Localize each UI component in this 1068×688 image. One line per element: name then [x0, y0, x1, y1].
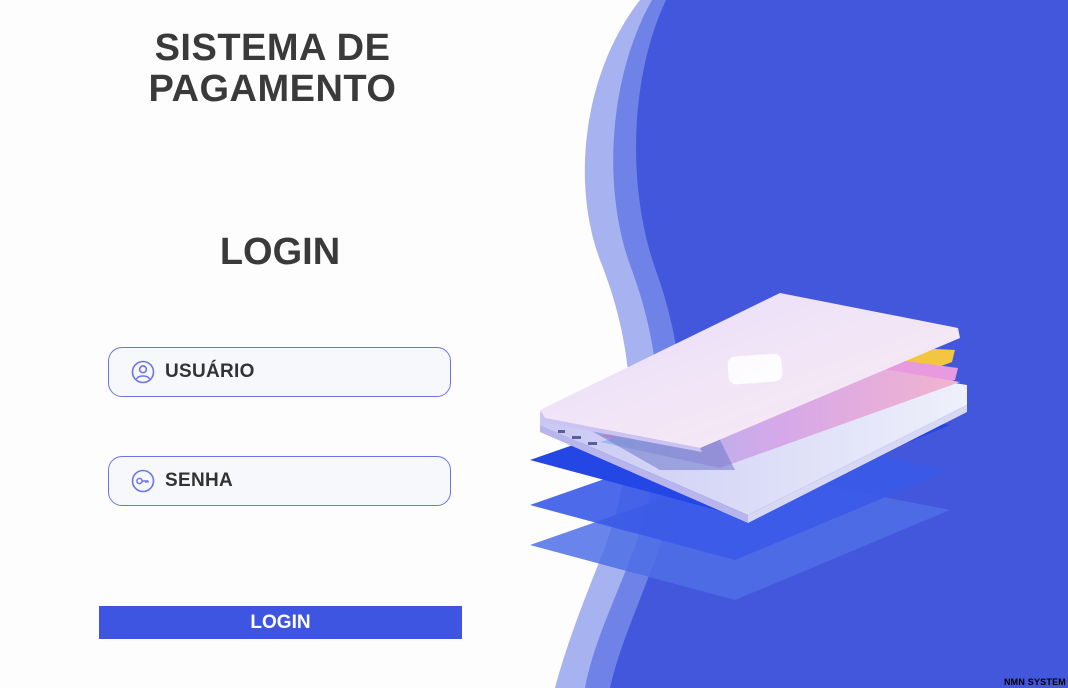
username-label: USUÁRIO — [165, 361, 255, 382]
login-screen: SISTEMA DE PAGAMENTO LOGIN USUÁRIO SENHA… — [0, 0, 1068, 688]
app-title-line2: PAGAMENTO — [148, 68, 397, 110]
login-heading: LOGIN — [219, 231, 341, 273]
app-title: SISTEMA DE PAGAMENTO — [100, 28, 445, 110]
password-label: SENHA — [165, 470, 234, 491]
login-button[interactable]: LOGIN — [99, 606, 462, 639]
username-field[interactable]: USUÁRIO — [108, 347, 451, 397]
app-title-line1: SISTEMA DE — [154, 27, 391, 69]
user-icon — [131, 360, 155, 384]
footer-brand: NMN SYSTEM — [1003, 677, 1066, 687]
password-field[interactable]: SENHA — [108, 456, 451, 506]
key-icon — [131, 469, 155, 493]
